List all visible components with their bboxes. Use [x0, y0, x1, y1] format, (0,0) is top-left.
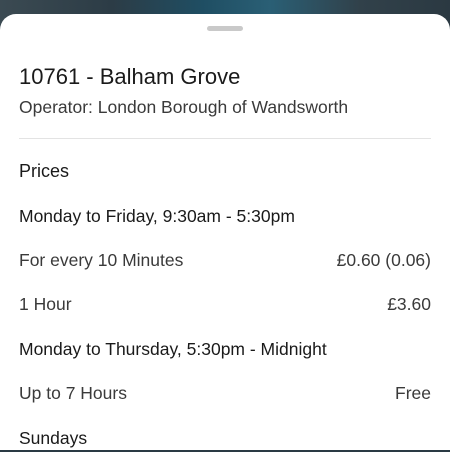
period-label: Monday to Thursday, 5:30pm - Midnight: [19, 338, 327, 359]
divider: [19, 138, 431, 139]
operator-label: Operator: London Borough of Wandsworth: [19, 97, 349, 117]
price-period-row: Sundays: [19, 424, 431, 452]
rate-value: £3.60: [387, 293, 431, 314]
rate-label: 1 Hour: [19, 293, 72, 314]
drag-handle[interactable]: [207, 26, 243, 31]
price-rate-row: Up to 7 Hours Free: [19, 379, 431, 407]
price-period-row: Monday to Thursday, 5:30pm - Midnight: [19, 335, 431, 363]
period-label: Monday to Friday, 9:30am - 5:30pm: [19, 205, 295, 226]
price-rate-row: 1 Hour £3.60: [19, 290, 431, 318]
rate-value: Free: [395, 382, 431, 403]
price-rate-row: For every 10 Minutes £0.60 (0.06): [19, 246, 431, 274]
location-title: 10761 - Balham Grove: [19, 64, 241, 89]
price-period-row: Monday to Friday, 9:30am - 5:30pm: [19, 202, 431, 230]
rate-value: £0.60 (0.06): [336, 249, 431, 270]
rate-label: For every 10 Minutes: [19, 249, 184, 270]
details-bottom-sheet: 10761 - Balham Grove Operator: London Bo…: [0, 14, 450, 450]
rate-label: Up to 7 Hours: [19, 382, 127, 403]
prices-heading: Prices: [19, 161, 70, 181]
period-label: Sundays: [19, 427, 88, 448]
